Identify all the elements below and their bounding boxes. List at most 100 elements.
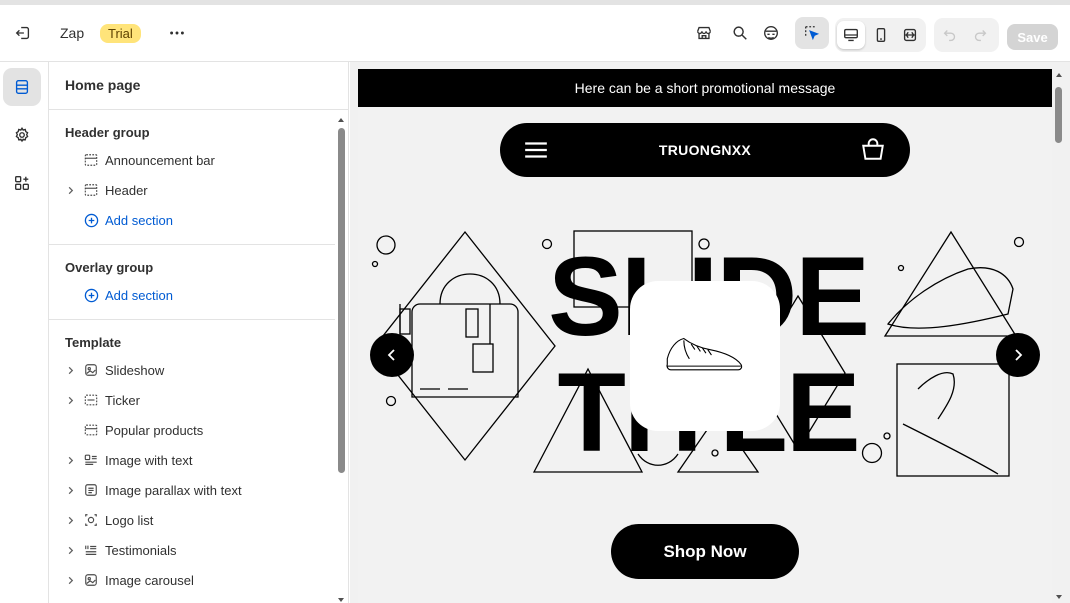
ai-button[interactable] bbox=[756, 15, 786, 51]
preview-frame: Here can be a short promotional message … bbox=[358, 69, 1052, 603]
inspector-icon bbox=[795, 17, 829, 49]
top-bar: Zap Trial Save bbox=[0, 0, 1070, 62]
apps-icon bbox=[15, 176, 29, 190]
chevron-right-icon[interactable] bbox=[63, 543, 77, 557]
inspector-toggle[interactable] bbox=[795, 15, 829, 51]
search-button[interactable] bbox=[725, 15, 755, 51]
scroll-up-icon[interactable] bbox=[337, 116, 345, 124]
history-group bbox=[934, 18, 999, 52]
mobile-view-button[interactable] bbox=[867, 21, 895, 49]
announcement-text: Here can be a short promotional message bbox=[574, 80, 836, 96]
chevron-right-icon[interactable] bbox=[63, 183, 77, 197]
section-popular-products[interactable]: Popular products bbox=[63, 416, 333, 444]
left-rail bbox=[0, 62, 49, 603]
cart-icon[interactable] bbox=[860, 136, 886, 162]
add-section-label: Add section bbox=[105, 212, 173, 228]
undo-button[interactable] bbox=[936, 21, 964, 49]
section-image-carousel[interactable]: Image carousel bbox=[63, 566, 333, 594]
store-preview: Here can be a short promotional message … bbox=[350, 62, 1070, 603]
exit-button[interactable] bbox=[8, 15, 38, 51]
shop-now-button[interactable]: Shop Now bbox=[611, 524, 799, 579]
chevron-right-icon[interactable] bbox=[63, 363, 77, 377]
panel-scroll-thumb[interactable] bbox=[338, 128, 345, 473]
trial-badge-label: Trial bbox=[100, 23, 141, 43]
ai-icon bbox=[756, 18, 786, 48]
section-label: Announcement bar bbox=[105, 152, 215, 168]
app-name: Zap bbox=[60, 15, 84, 51]
testimonials-icon bbox=[83, 542, 99, 558]
ticker-icon bbox=[83, 392, 99, 408]
chevron-right-icon[interactable] bbox=[63, 573, 77, 587]
panel-title: Home page bbox=[65, 77, 141, 93]
search-icon bbox=[725, 18, 755, 48]
settings-tab[interactable] bbox=[3, 116, 41, 154]
announcement-bar[interactable]: Here can be a short promotional message bbox=[358, 69, 1052, 107]
section-header[interactable]: Header bbox=[63, 176, 333, 204]
section-image-with-text[interactable]: Image with text bbox=[63, 446, 333, 474]
section-ticker[interactable]: Ticker bbox=[63, 386, 333, 414]
apps-tab[interactable] bbox=[3, 164, 41, 202]
fullwidth-icon bbox=[904, 28, 917, 42]
section-testimonials[interactable]: Testimonials bbox=[63, 536, 333, 564]
store-icon bbox=[689, 18, 719, 48]
header-icon bbox=[83, 182, 99, 198]
sections-tab[interactable] bbox=[3, 68, 41, 106]
store-header[interactable]: TRUONGNXX bbox=[500, 123, 910, 177]
section-label: Image with text bbox=[105, 452, 193, 468]
chevron-left-icon bbox=[387, 349, 395, 361]
desktop-icon bbox=[843, 28, 858, 42]
section-slideshow[interactable]: Slideshow bbox=[63, 356, 333, 384]
section-label: Popular products bbox=[105, 422, 204, 438]
section-label: Header bbox=[105, 182, 148, 198]
logo-list-icon bbox=[83, 512, 99, 528]
chevron-right-icon[interactable] bbox=[63, 483, 77, 497]
products-icon bbox=[83, 422, 99, 438]
undo-icon bbox=[943, 30, 956, 42]
desktop-view-button[interactable] bbox=[837, 21, 865, 49]
section-logo-list[interactable]: Logo list bbox=[63, 506, 333, 534]
fullwidth-view-button[interactable] bbox=[896, 21, 924, 49]
header-group-title: Header group bbox=[65, 125, 150, 140]
section-label: Logo list bbox=[105, 512, 154, 528]
redo-button[interactable] bbox=[966, 21, 994, 49]
section-announcement-bar[interactable]: Announcement bar bbox=[63, 146, 333, 174]
view-store-button[interactable] bbox=[689, 15, 719, 51]
plus-circle-icon bbox=[83, 287, 99, 303]
section-label: Testimonials bbox=[105, 542, 177, 558]
store-logo[interactable]: TRUONGNXX bbox=[500, 123, 910, 177]
slide-prev-button[interactable] bbox=[370, 333, 414, 377]
chevron-right-icon[interactable] bbox=[63, 453, 77, 467]
redo-icon bbox=[974, 30, 987, 42]
add-section-button[interactable]: Add section bbox=[63, 281, 333, 309]
plus-circle-icon bbox=[83, 212, 99, 228]
scroll-down-icon[interactable] bbox=[1055, 593, 1063, 601]
settings-icon bbox=[15, 127, 29, 143]
chevron-right-icon bbox=[1015, 349, 1023, 361]
exit-icon bbox=[8, 18, 38, 48]
scroll-down-icon[interactable] bbox=[337, 596, 345, 603]
divider bbox=[49, 319, 335, 320]
template-group-title: Template bbox=[65, 335, 122, 350]
mobile-icon bbox=[876, 28, 885, 42]
slide-next-button[interactable] bbox=[996, 333, 1040, 377]
product-image-card bbox=[630, 281, 780, 431]
section-label: Ticker bbox=[105, 392, 140, 408]
preview-scrollbar[interactable] bbox=[1053, 69, 1065, 603]
parallax-icon bbox=[83, 482, 99, 498]
section-image-parallax[interactable]: Image parallax with text bbox=[63, 476, 333, 504]
more-button[interactable] bbox=[162, 15, 192, 51]
slideshow-icon bbox=[83, 362, 99, 378]
add-section-button[interactable]: Add section bbox=[63, 206, 333, 234]
divider bbox=[49, 244, 335, 245]
overlay-group-title: Overlay group bbox=[65, 260, 154, 275]
chevron-right-icon[interactable] bbox=[63, 513, 77, 527]
preview-scroll-thumb[interactable] bbox=[1055, 87, 1062, 143]
chevron-right-icon[interactable] bbox=[63, 393, 77, 407]
sections-icon bbox=[15, 80, 29, 94]
announcement-icon bbox=[83, 152, 99, 168]
trial-badge: Trial bbox=[100, 15, 141, 51]
save-button[interactable]: Save bbox=[1007, 24, 1058, 50]
scroll-up-icon[interactable] bbox=[1055, 71, 1063, 79]
section-label: Image carousel bbox=[105, 572, 194, 588]
section-label: Image parallax with text bbox=[105, 482, 242, 498]
